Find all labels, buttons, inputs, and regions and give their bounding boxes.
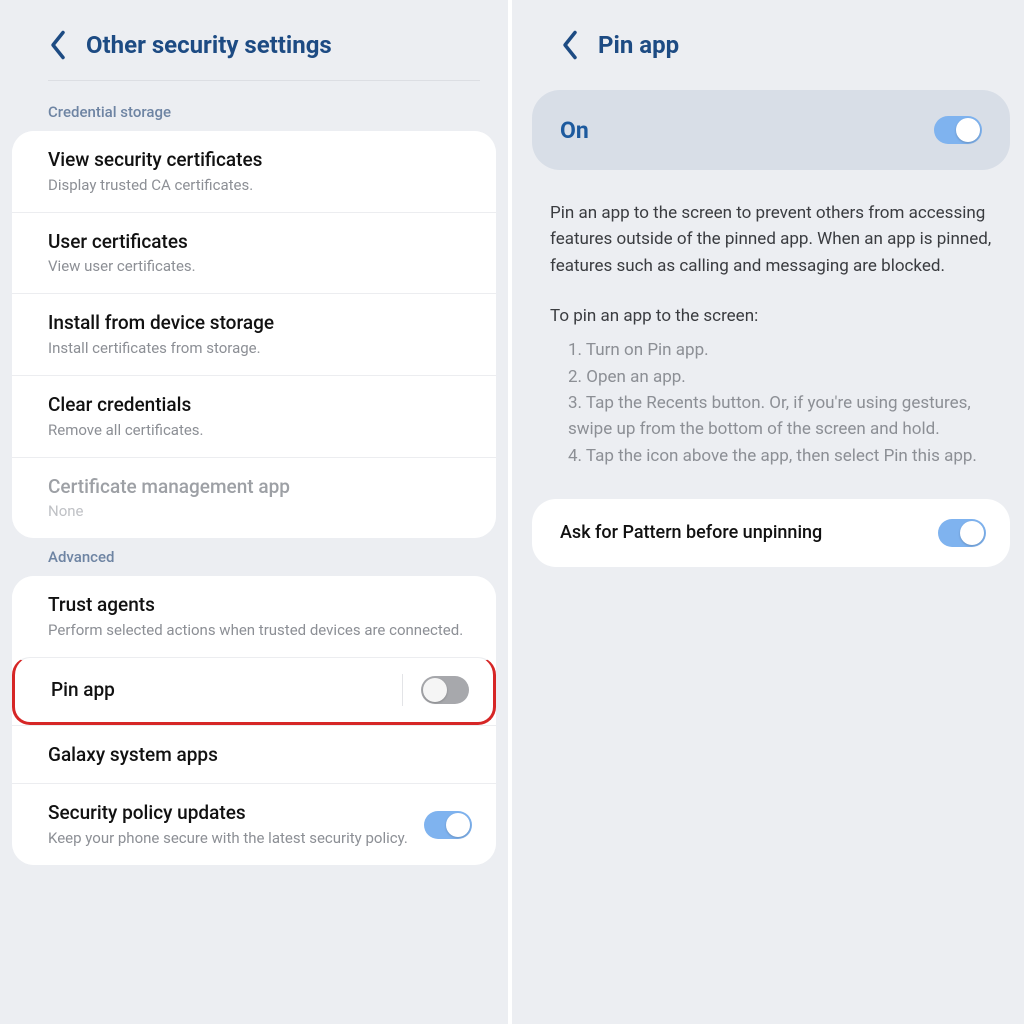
- advanced-card: Trust agents Perform selected actions wh…: [12, 576, 496, 865]
- row-view-security-certificates[interactable]: View security certificates Display trust…: [12, 131, 496, 212]
- steps-list: 1. Turn on Pin app. 2. Open an app. 3. T…: [512, 337, 1024, 469]
- back-icon[interactable]: [560, 30, 580, 60]
- row-sub: Perform selected actions when trusted de…: [48, 620, 472, 641]
- row-trust-agents[interactable]: Trust agents Perform selected actions wh…: [12, 576, 496, 657]
- section-advanced: Advanced: [0, 538, 508, 576]
- left-panel: Other security settings Credential stora…: [0, 0, 512, 1024]
- page-title: Pin app: [598, 31, 679, 59]
- row-sub: View user certificates.: [48, 256, 472, 277]
- row-title: Clear credentials: [48, 392, 472, 418]
- header-divider: [48, 80, 480, 81]
- row-ask-pattern[interactable]: Ask for Pattern before unpinning: [532, 499, 1010, 567]
- row-user-certificates[interactable]: User certificates View user certificates…: [12, 212, 496, 294]
- row-install-from-storage[interactable]: Install from device storage Install cert…: [12, 293, 496, 375]
- row-galaxy-system-apps[interactable]: Galaxy system apps: [12, 725, 496, 784]
- step-4: 4. Tap the icon above the app, then sele…: [568, 443, 988, 469]
- section-credential-storage: Credential storage: [0, 93, 508, 131]
- ask-pattern-toggle[interactable]: [938, 519, 986, 547]
- back-icon[interactable]: [48, 30, 68, 60]
- step-2: 2. Open an app.: [568, 364, 988, 390]
- row-title: Certificate management app: [48, 474, 472, 500]
- row-title: Ask for Pattern before unpinning: [560, 521, 822, 545]
- row-title: User certificates: [48, 229, 472, 255]
- pin-app-master-toggle[interactable]: [934, 116, 982, 144]
- row-security-policy-updates[interactable]: Security policy updates Keep your phone …: [12, 783, 496, 865]
- toggle-divider: [402, 674, 403, 706]
- row-sub: Remove all certificates.: [48, 420, 472, 441]
- step-1: 1. Turn on Pin app.: [568, 337, 988, 363]
- pin-app-master-toggle-card: On: [532, 90, 1010, 170]
- row-certificate-management-app[interactable]: Certificate management app None: [12, 457, 496, 539]
- pin-app-description: Pin an app to the screen to prevent othe…: [512, 170, 1024, 279]
- row-title: Pin app: [51, 677, 390, 703]
- row-title: Galaxy system apps: [48, 742, 472, 768]
- row-pin-app[interactable]: Pin app: [12, 657, 496, 725]
- row-clear-credentials[interactable]: Clear credentials Remove all certificate…: [12, 375, 496, 457]
- row-sub: None: [48, 501, 472, 522]
- step-3: 3. Tap the Recents button. Or, if you're…: [568, 390, 988, 443]
- pin-app-toggle[interactable]: [421, 676, 469, 704]
- right-header: Pin app: [512, 0, 1024, 80]
- steps-title: To pin an app to the screen:: [512, 279, 1024, 337]
- security-policy-toggle[interactable]: [424, 811, 472, 839]
- row-title: Security policy updates: [48, 800, 412, 826]
- left-header: Other security settings: [0, 0, 508, 80]
- row-title: View security certificates: [48, 147, 472, 173]
- right-panel: Pin app On Pin an app to the screen to p…: [512, 0, 1024, 1024]
- row-title: Install from device storage: [48, 310, 472, 336]
- row-sub: Keep your phone secure with the latest s…: [48, 828, 412, 849]
- row-sub: Display trusted CA certificates.: [48, 175, 472, 196]
- credential-card: View security certificates Display trust…: [12, 131, 496, 538]
- page-title: Other security settings: [86, 31, 332, 59]
- row-title: Trust agents: [48, 592, 472, 618]
- row-sub: Install certificates from storage.: [48, 338, 472, 359]
- on-label: On: [560, 117, 589, 144]
